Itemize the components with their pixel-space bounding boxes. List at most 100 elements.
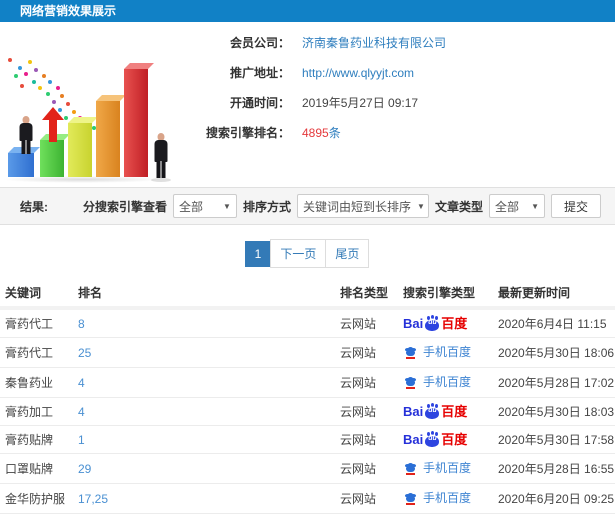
table-row: 膏药加工 4 云网站 Bai du 百度 2020年5月30日 18:03 — [0, 397, 615, 426]
table-row: 口罩贴牌 29 云网站 手机百度 2020年5月28日 16:55 — [0, 453, 615, 484]
baidu-mobile-label: 手机百度 — [423, 375, 472, 389]
engine-filter-label: 分搜索引擎查看 — [82, 199, 167, 214]
engine-type-cell: 手机百度 — [398, 483, 493, 514]
updated-cell: 2020年5月30日 18:06 — [493, 337, 615, 368]
updated-cell: 2020年5月28日 17:02 — [493, 367, 615, 398]
keyword-cell: 福建防护服 — [0, 513, 73, 520]
rank-link[interactable]: 25 — [73, 337, 335, 368]
table-row: 福建防护服10云网站手机百度2020年6月4日 11:10 — [0, 513, 615, 520]
rank-link[interactable]: 1 — [73, 425, 335, 454]
sort-filter-label: 排序方式 — [242, 199, 291, 214]
sort-select[interactable]: 关键词由短到长排序 ▼ — [296, 194, 429, 218]
rank-link[interactable]: 17,25 — [73, 483, 335, 514]
rank-link[interactable]: 29 — [73, 453, 335, 484]
promo-url-link[interactable]: http://www.qlyyjt.com — [302, 66, 414, 80]
updated-cell: 2020年6月4日 11:15 — [493, 308, 615, 338]
rank-type-cell: 云网站 — [335, 453, 398, 484]
engine-type-cell: Bai du 百度 — [398, 308, 493, 338]
baidu-mobile-logo: 手机百度 — [403, 489, 471, 506]
updated-cell: 2020年6月4日 11:10 — [493, 513, 615, 520]
bar-yellow — [68, 117, 98, 177]
baidu-mobile-paw-icon — [403, 490, 418, 505]
keyword-cell: 膏药贴牌 — [0, 425, 73, 454]
keyword-cell: 口罩贴牌 — [0, 453, 73, 484]
member-company-label: 会员公司： — [229, 36, 290, 50]
member-company-value[interactable]: 济南秦鲁药业科技有限公司 — [302, 34, 446, 51]
open-time-value: 2019年5月27日 09:17 — [302, 96, 419, 110]
engine-rank-count: 4895 — [302, 126, 329, 140]
promo-url-row: 推广地址： http://www.qlyyjt.com — [180, 64, 610, 81]
page-1-button[interactable]: 1 — [244, 241, 272, 267]
engine-type-cell: 手机百度 — [398, 453, 493, 484]
baidu-logo: Bai du 百度 — [403, 404, 468, 419]
keyword-cell: 金华防护服 — [0, 483, 73, 514]
baidu-mobile-label: 手机百度 — [423, 345, 472, 359]
baidu-mobile-paw-icon — [403, 374, 418, 389]
rank-link[interactable]: 4 — [73, 397, 335, 426]
table-row: 膏药代工 25 云网站 手机百度 2020年5月30日 18:06 — [0, 337, 615, 368]
updated-cell: 2020年6月20日 09:25 — [493, 483, 615, 514]
col-rank-type: 排名类型 — [335, 278, 398, 310]
table-row: 膏药贴牌 1 云网站 Bai du 百度 2020年5月30日 17:58 — [0, 425, 615, 454]
rank-link[interactable]: 4 — [73, 367, 335, 398]
updated-cell: 2020年5月30日 18:03 — [493, 397, 615, 426]
table-row: 秦鲁药业 4 云网站 手机百度 2020年5月28日 17:02 — [0, 367, 615, 398]
baidu-mobile-logo: 手机百度 — [403, 459, 471, 476]
rank-type-cell: 云网站 — [335, 425, 398, 454]
col-engine-type: 搜索引擎类型 — [398, 278, 493, 310]
last-page-button[interactable]: 尾页 — [325, 239, 370, 268]
rank-type-cell: 云网站 — [335, 367, 398, 398]
filter-bar: 结果: 分搜索引擎查看 全部 ▼ 排序方式 关键词由短到长排序 ▼ 文章类型 全… — [0, 187, 615, 225]
rank-link[interactable]: 10 — [73, 513, 335, 520]
article-type-select[interactable]: 全部 ▼ — [488, 194, 545, 218]
sort-select-value: 关键词由短到长排序 — [302, 199, 411, 214]
rank-link[interactable]: 8 — [73, 308, 335, 338]
col-updated: 最新更新时间 — [493, 278, 615, 310]
bar-chart-illustration — [0, 30, 180, 185]
bar-red — [124, 63, 154, 177]
engine-type-cell: Bai du 百度 — [398, 425, 493, 454]
result-label: 结果: — [20, 199, 48, 214]
rank-type-cell: 云网站 — [335, 337, 398, 368]
next-page-button[interactable]: 下一页 — [270, 239, 327, 268]
engine-type-cell: 手机百度 — [398, 513, 493, 520]
open-time-row: 开通时间： 2019年5月27日 09:17 — [180, 94, 610, 111]
engine-type-cell: 手机百度 — [398, 337, 493, 368]
baidu-mobile-paw-icon — [403, 344, 418, 359]
ground-shadow — [2, 176, 162, 183]
table-header-row: 关键词 排名 排名类型 搜索引擎类型 最新更新时间 — [0, 278, 615, 310]
member-info: 会员公司： 济南秦鲁药业科技有限公司 推广地址： http://www.qlyy… — [180, 34, 610, 154]
baidu-mobile-paw-icon — [403, 460, 418, 475]
table-row: 金华防护服 17,25 云网站 手机百度 2020年6月20日 09:25 — [0, 483, 615, 514]
chevron-down-icon: ▼ — [531, 201, 539, 211]
baidu-paw-icon: du — [424, 404, 440, 419]
baidu-mobile-label: 手机百度 — [423, 491, 472, 505]
bar-blue — [8, 147, 40, 177]
chevron-down-icon: ▼ — [416, 201, 425, 211]
engine-select-value: 全部 — [178, 199, 203, 214]
updated-cell: 2020年5月28日 16:55 — [493, 453, 615, 484]
baidu-paw-icon: du — [424, 432, 440, 447]
keyword-cell: 秦鲁药业 — [0, 367, 73, 398]
article-type-select-value: 全部 — [494, 199, 519, 214]
submit-button[interactable]: 提交 — [550, 194, 601, 218]
baidu-paw-icon: du — [424, 316, 440, 331]
table-row: 膏药代工 8 云网站 Bai du 百度 2020年6月4日 11:15 — [0, 308, 615, 338]
engine-select[interactable]: 全部 ▼ — [172, 194, 237, 218]
results-table-body: 膏药代工 8 云网站 Bai du 百度 2020年6月4日 11:15 膏药代工 25 云网站手… — [0, 308, 615, 520]
pagination: 1 下一页 尾页 — [0, 239, 615, 268]
promo-url-label: 推广地址： — [229, 66, 290, 80]
baidu-mobile-logo: 手机百度 — [403, 373, 471, 390]
updated-cell: 2020年5月30日 17:58 — [493, 425, 615, 454]
baidu-logo: Bai du 百度 — [403, 316, 468, 331]
confetti-dots — [8, 58, 12, 62]
rank-type-cell: 云网站 — [335, 308, 398, 338]
baidu-logo: Bai du 百度 — [403, 432, 468, 447]
results-table: 关键词 排名 排名类型 搜索引擎类型 最新更新时间 膏药代工 8 云网站 Bai du 百… — [0, 278, 615, 520]
col-rank: 排名 — [73, 278, 335, 310]
engine-rank-unit: 条 — [328, 126, 341, 140]
page-title: 网络营销效果展示 — [0, 0, 615, 22]
bar-orange — [96, 95, 126, 177]
baidu-mobile-label: 手机百度 — [423, 461, 472, 475]
member-company-row: 会员公司： 济南秦鲁药业科技有限公司 — [180, 34, 610, 51]
